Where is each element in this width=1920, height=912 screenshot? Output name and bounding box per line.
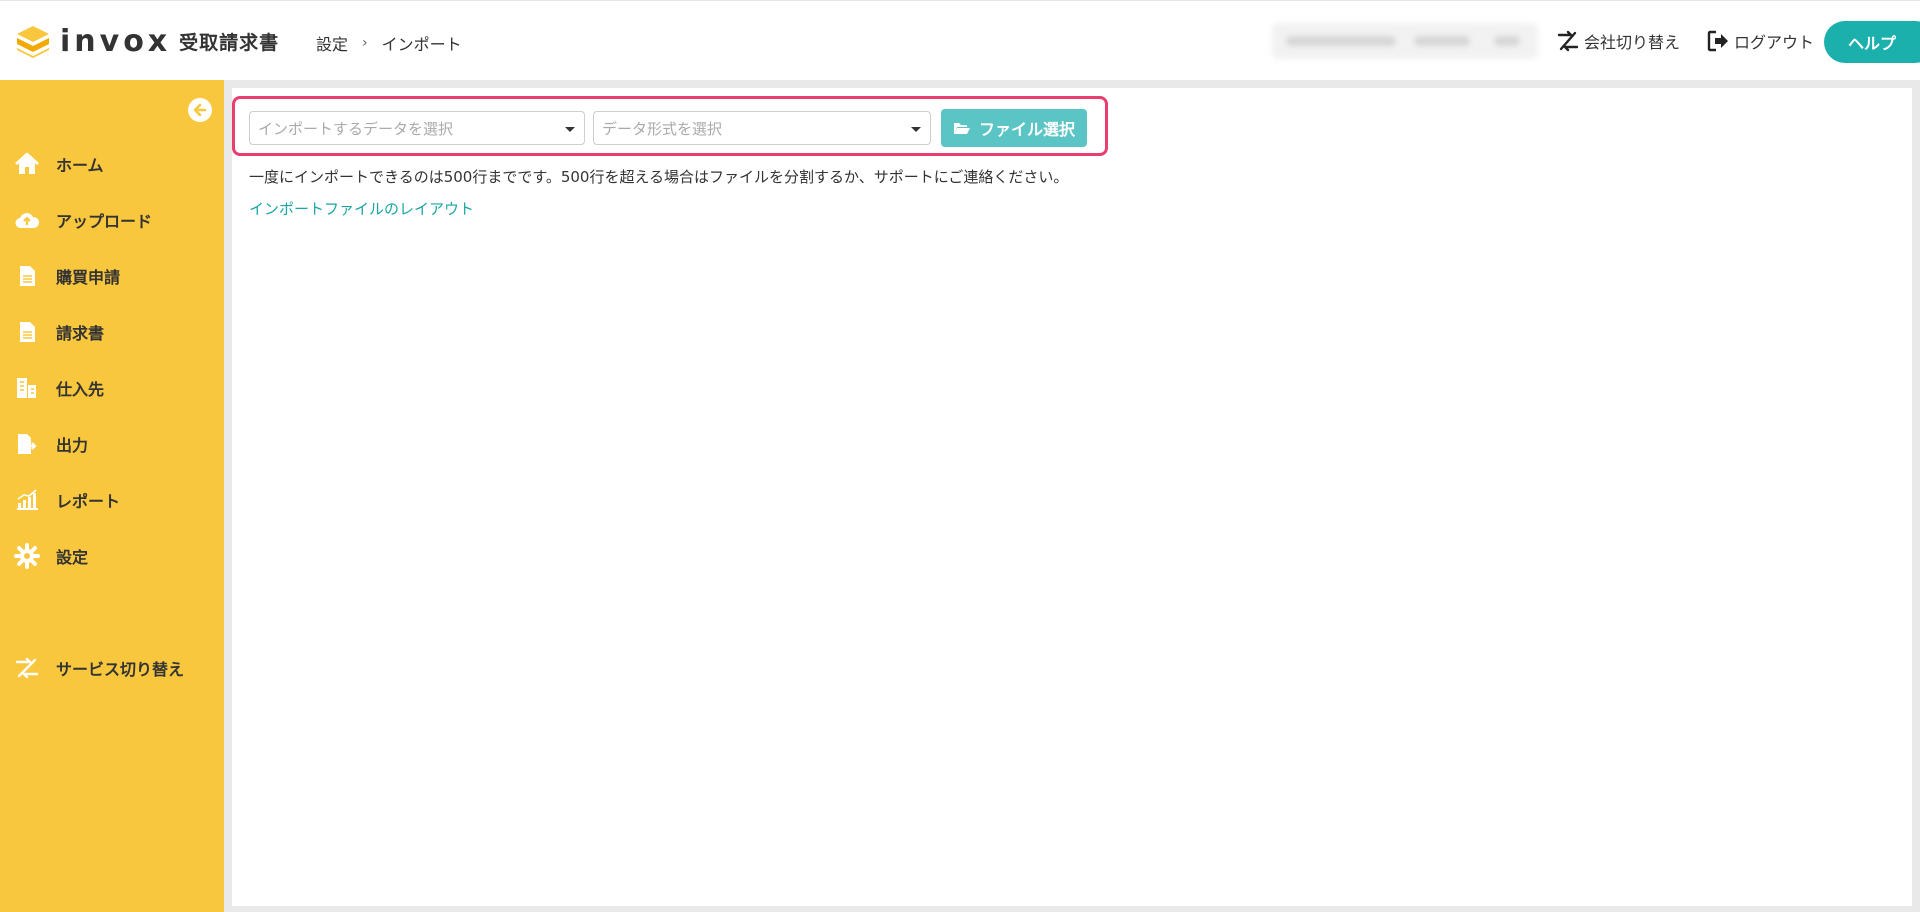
app-logo[interactable]: invox 受取請求書 [14,22,279,60]
sidebar-item-home[interactable]: ホーム [0,142,224,186]
sidebar-item-purchase-request[interactable]: 購買申請 [0,254,224,298]
switch-icon [1557,30,1579,52]
data-format-select[interactable]: データ形式を選択 [593,111,931,145]
main-panel: インポートするデータを選択 データ形式を選択 ファイル選択 一度にインポートでき… [232,88,1912,906]
breadcrumb: 設定 › インポート [316,31,462,55]
sidebar: ホーム アップロード 購買申請 請求書 仕入先 出力 レポート 設定 サービス切… [0,80,224,912]
chart-icon [17,489,38,510]
sidebar-item-switch-service[interactable]: サービス切り替え [0,646,224,690]
arrow-left-icon [193,103,207,117]
chevron-right-icon: › [362,35,368,51]
document-icon [20,266,35,286]
sidebar-item-label: アップロード [56,212,153,231]
switch-icon [15,657,39,679]
logo-wordmark: invox [60,23,172,59]
sidebar-item-label: 仕入先 [56,380,105,399]
sidebar-item-label: 出力 [56,436,89,455]
building-icon [17,378,36,398]
import-toolbar: インポートするデータを選択 データ形式を選択 ファイル選択 [232,96,1108,156]
caret-down-icon [565,127,575,132]
sidebar-collapse-button[interactable] [188,98,212,122]
sidebar-item-label: 購買申請 [56,268,121,287]
cloud-upload-icon [15,213,40,229]
file-select-label: ファイル選択 [978,122,1075,139]
product-name: 受取請求書 [179,31,280,54]
sidebar-item-label: 請求書 [56,324,105,343]
sidebar-item-upload[interactable]: アップロード [0,198,224,242]
sidebar-item-reports[interactable]: レポート [0,478,224,522]
sidebar-item-label: 設定 [56,548,89,567]
breadcrumb-current: インポート [381,35,462,54]
sidebar-item-invoices[interactable]: 請求書 [0,310,224,354]
top-header: invox 受取請求書 設定 › インポート 会社切り替え ログアウト ヘルプ [0,0,1920,80]
logout-icon [1707,30,1728,52]
home-icon [15,152,39,174]
logout-button[interactable]: ログアウト [1706,29,1814,53]
sidebar-item-label: ホーム [56,156,104,175]
import-data-select-placeholder: インポートするデータを選択 [258,119,454,138]
switch-company-button[interactable]: 会社切り替え [1556,29,1680,53]
data-format-select-placeholder: データ形式を選択 [602,119,723,138]
import-file-layout-link[interactable]: インポートファイルのレイアウト [249,198,474,219]
blurred-user-info [1272,23,1538,59]
switch-company-label: 会社切り替え [1584,33,1681,52]
caret-down-icon [911,127,921,132]
import-data-select[interactable]: インポートするデータを選択 [249,111,585,145]
breadcrumb-parent[interactable]: 設定 [316,31,348,55]
import-limit-note: 一度にインポートできるのは500行までです。500行を超える場合はファイルを分割… [249,168,1069,186]
logout-label: ログアウト [1734,33,1815,52]
sidebar-item-settings[interactable]: 設定 [0,534,224,578]
file-select-button[interactable]: ファイル選択 [941,109,1087,147]
logo-icon [17,26,49,58]
document-icon [20,322,35,342]
folder-open-icon [953,123,970,134]
sidebar-item-export[interactable]: 出力 [0,422,224,466]
gear-icon [14,543,40,569]
file-export-icon [18,434,37,454]
sidebar-item-suppliers[interactable]: 仕入先 [0,366,224,410]
sidebar-item-label: レポート [56,492,121,511]
help-button[interactable]: ヘルプ [1824,21,1920,63]
sidebar-item-label: サービス切り替え [56,660,185,679]
